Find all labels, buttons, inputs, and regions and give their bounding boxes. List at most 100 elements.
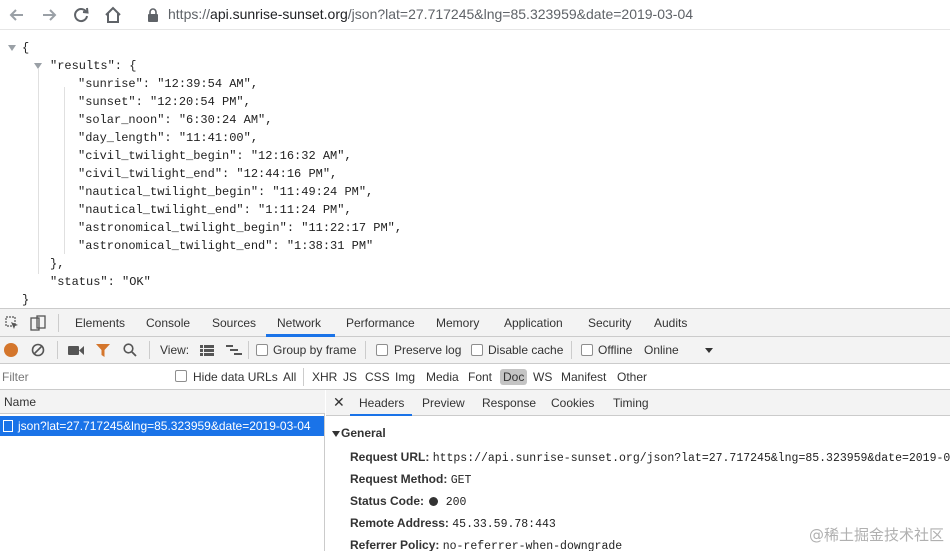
collapse-root-icon[interactable]: [8, 45, 16, 51]
filter-css[interactable]: CSS: [365, 370, 390, 384]
indent-guide: [38, 69, 39, 274]
inspect-element-icon[interactable]: [5, 316, 19, 333]
network-toolbar: View: Group by frame Preserve log Disabl…: [0, 337, 950, 364]
device-toolbar-icon[interactable]: [30, 315, 46, 334]
group-by-frame-checkbox[interactable]: [256, 344, 268, 356]
hide-data-urls-label: Hide data URLs: [193, 370, 278, 384]
filter-media[interactable]: Media: [426, 370, 459, 384]
remote-address-value: 45.33.59.78:443: [452, 518, 556, 531]
tab-memory[interactable]: Memory: [436, 316, 479, 330]
filter-funnel-icon[interactable]: [96, 344, 110, 360]
section-expand-icon[interactable]: [332, 431, 340, 437]
disable-cache-checkbox[interactable]: [471, 344, 483, 356]
detail-tab-bar: ✕ Headers Preview Response Cookies Timin…: [326, 390, 950, 416]
close-icon[interactable]: ✕: [333, 394, 345, 411]
separator: [571, 341, 572, 359]
json-line: }: [22, 293, 30, 307]
tab-application[interactable]: Application: [504, 316, 563, 330]
screenshot-camera-icon[interactable]: [68, 345, 84, 359]
clear-icon[interactable]: [31, 343, 45, 360]
url-scheme: https://: [168, 6, 211, 22]
json-line: "results": {: [50, 59, 137, 73]
tab-headers[interactable]: Headers: [359, 396, 404, 410]
network-body: Name json?lat=27.717245&lng=85.323959&da…: [0, 390, 950, 551]
status-code-row: Status Code: 200: [350, 494, 466, 509]
filter-input[interactable]: [0, 366, 162, 387]
waterfall-overview-icon[interactable]: [226, 345, 242, 359]
tab-timing[interactable]: Timing: [613, 396, 649, 410]
remote-address-row: Remote Address: 45.33.59.78:443: [350, 516, 556, 531]
separator: [365, 341, 366, 359]
reload-icon[interactable]: [70, 4, 92, 26]
json-line: "astronomical_twilight_end": "1:38:31 PM…: [78, 239, 374, 253]
url-host: api.sunrise-sunset.org: [210, 6, 348, 22]
filter-all[interactable]: All: [283, 370, 296, 384]
filter-manifest[interactable]: Manifest: [561, 370, 606, 384]
separator: [149, 341, 150, 359]
indent-guide: [64, 87, 65, 254]
request-list: Name json?lat=27.717245&lng=85.323959&da…: [0, 390, 325, 551]
devtools-tab-bar: Elements Console Sources Network Perform…: [0, 309, 950, 337]
json-line: },: [50, 257, 65, 271]
tab-audits[interactable]: Audits: [654, 316, 687, 330]
tab-response[interactable]: Response: [482, 396, 536, 410]
browser-toolbar: https://api.sunrise-sunset.org/json?lat=…: [0, 0, 950, 30]
forward-arrow-icon[interactable]: [38, 4, 60, 26]
request-url-key: Request URL:: [350, 450, 430, 464]
tab-performance[interactable]: Performance: [346, 316, 415, 330]
json-line: "astronomical_twilight_begin": "11:22:17…: [78, 221, 403, 235]
separator: [303, 368, 304, 386]
json-line: "solar_noon": "6:30:24 AM",: [78, 113, 273, 127]
back-arrow-icon[interactable]: [6, 4, 28, 26]
json-line: {: [22, 41, 30, 55]
home-icon[interactable]: [102, 4, 124, 26]
general-section-title[interactable]: General: [341, 426, 386, 440]
watermark: @稀土掘金技术社区: [808, 526, 944, 544]
offline-label: Offline: [598, 343, 633, 357]
filter-xhr[interactable]: XHR: [312, 370, 337, 384]
active-detail-tab-indicator: [350, 414, 412, 416]
disable-cache-label: Disable cache: [488, 343, 564, 357]
filter-other[interactable]: Other: [617, 370, 647, 384]
address-bar[interactable]: https://api.sunrise-sunset.org/json?lat=…: [168, 6, 693, 22]
filter-ws[interactable]: WS: [533, 370, 552, 384]
filter-doc[interactable]: Doc: [500, 369, 528, 385]
request-method-key: Request Method:: [350, 472, 448, 486]
filter-js[interactable]: JS: [343, 370, 357, 384]
record-icon[interactable]: [4, 343, 18, 357]
tab-elements[interactable]: Elements: [75, 316, 125, 330]
preserve-log-checkbox[interactable]: [376, 344, 388, 356]
request-row[interactable]: json?lat=27.717245&lng=85.323959&date=20…: [0, 416, 324, 436]
status-code-key: Status Code:: [350, 494, 425, 508]
status-code-value: 200: [445, 496, 467, 509]
status-dot-icon: [429, 497, 439, 506]
json-line: "nautical_twilight_begin": "11:49:24 PM"…: [78, 185, 374, 199]
tab-security[interactable]: Security: [588, 316, 631, 330]
tab-network[interactable]: Network: [277, 316, 321, 330]
document-icon: [3, 420, 13, 432]
referrer-policy-value: no-referrer-when-downgrade: [442, 540, 623, 551]
large-rows-icon[interactable]: [200, 345, 214, 359]
tab-preview[interactable]: Preview: [422, 396, 465, 410]
chevron-down-icon[interactable]: [705, 348, 713, 353]
search-icon[interactable]: [123, 343, 137, 360]
tab-console[interactable]: Console: [146, 316, 190, 330]
json-line: "sunrise": "12:39:54 AM",: [78, 77, 259, 91]
throttling-select[interactable]: Online: [644, 343, 679, 357]
tab-cookies[interactable]: Cookies: [551, 396, 594, 410]
json-line: "nautical_twilight_end": "1:11:24 PM",: [78, 203, 352, 217]
json-viewer: { "results": { "sunrise": "12:39:54 AM",…: [0, 31, 950, 308]
json-line: "day_length": "11:41:00",: [78, 131, 259, 145]
hide-data-urls-checkbox[interactable]: [175, 370, 187, 382]
tab-sources[interactable]: Sources: [212, 316, 256, 330]
lock-icon[interactable]: [146, 7, 160, 23]
filter-font[interactable]: Font: [468, 370, 492, 384]
remote-address-key: Remote Address:: [350, 516, 449, 530]
filter-img[interactable]: Img: [395, 370, 415, 384]
devtools-panel: Elements Console Sources Network Perform…: [0, 308, 950, 551]
separator: [58, 314, 59, 332]
json-line: "sunset": "12:20:54 PM",: [78, 95, 251, 109]
referrer-policy-row: Referrer Policy: no-referrer-when-downgr…: [350, 538, 622, 551]
offline-checkbox[interactable]: [581, 344, 593, 356]
name-column-header[interactable]: Name: [0, 390, 325, 414]
